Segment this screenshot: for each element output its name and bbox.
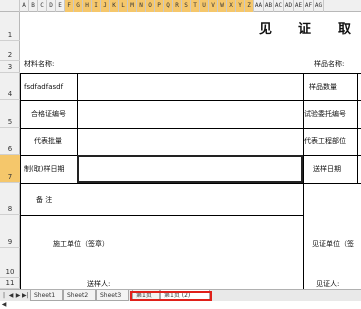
column-header-m[interactable]: M [128, 0, 137, 12]
column-header-f[interactable]: F [65, 0, 74, 12]
column-header-r[interactable]: R [173, 0, 182, 12]
column-header-i[interactable]: I [92, 0, 101, 12]
row-header-7[interactable]: 7 [0, 155, 20, 183]
column-header-x[interactable]: X [227, 0, 236, 12]
cell-fsdfadfasdf[interactable]: fsdfadfasdf [24, 84, 63, 91]
certificate-number-label: 合格证编号 [31, 110, 66, 118]
column-header-e[interactable]: E [56, 0, 65, 12]
column-header-n[interactable]: N [137, 0, 146, 12]
row-header-5[interactable]: 5 [0, 100, 20, 128]
row-header-3[interactable]: 3 [0, 61, 20, 73]
column-header-ag[interactable]: AG [314, 0, 324, 12]
title-char-1: 见 [259, 22, 273, 37]
highlight-box [130, 291, 212, 301]
column-header-af[interactable]: AF [304, 0, 314, 12]
column-header-w[interactable]: W [218, 0, 227, 12]
first-sheet-button[interactable]: |◀ [1, 291, 7, 308]
row-header-1[interactable]: 1 [0, 12, 20, 41]
project-part-label: 代表工程部位 [304, 137, 346, 145]
column-header-aa[interactable]: AA [254, 0, 264, 12]
column-header-v[interactable]: V [209, 0, 218, 12]
sheet-tab-sheet2[interactable]: Sheet2 [63, 290, 96, 301]
column-header-strip: A B C D E F G H I J K L M N O P Q R S T U V W X Y Z AA AB AC AD AE AF AG [0, 0, 361, 12]
row-header-2[interactable]: 2 [0, 41, 20, 61]
title-char-2: 证 [298, 22, 312, 37]
column-header-c[interactable]: C [38, 0, 47, 12]
column-header-ad[interactable]: AD [284, 0, 294, 12]
column-header-k[interactable]: K [110, 0, 119, 12]
next-sheet-button[interactable]: ▶ [15, 291, 21, 300]
remarks-label: 备 注 [36, 196, 53, 204]
column-header-t[interactable]: T [191, 0, 200, 12]
sheet-tab-sheet3[interactable]: Sheet3 [96, 290, 129, 301]
selected-cell[interactable] [77, 155, 303, 183]
construction-unit-label: 施工单位（签章） [53, 240, 109, 248]
row-header-9[interactable]: 9 [0, 215, 20, 248]
row-header-8[interactable]: 8 [0, 183, 20, 215]
delivery-date-label: 送样日期 [313, 165, 341, 173]
row-header-strip: 1 2 3 4 5 6 7 8 9 10 11 [0, 12, 20, 289]
column-header-ab[interactable]: AB [264, 0, 274, 12]
column-header-d[interactable]: D [47, 0, 56, 12]
column-header-o[interactable]: O [146, 0, 155, 12]
row-header-10[interactable]: 10 [0, 248, 20, 278]
row-header-4[interactable]: 4 [0, 73, 20, 100]
witness-label: 见证人: [316, 280, 340, 288]
sampling-date-label: 制(取)样日期 [24, 165, 65, 173]
column-header-a[interactable]: A [20, 0, 29, 12]
prev-sheet-button[interactable]: ◀ [8, 291, 14, 300]
last-sheet-button[interactable]: ▶| [22, 291, 29, 300]
column-header-b[interactable]: B [29, 0, 38, 12]
witness-unit-label: 见证单位（签 [312, 240, 354, 248]
column-header-g[interactable]: G [74, 0, 83, 12]
select-all-corner[interactable] [0, 0, 20, 12]
column-header-p[interactable]: P [155, 0, 164, 12]
row-header-11[interactable]: 11 [0, 278, 20, 289]
material-name-label: 材料名称: [24, 60, 55, 68]
column-header-q[interactable]: Q [164, 0, 173, 12]
sample-name-label: 样品名称: [314, 60, 345, 68]
batch-quantity-label: 代表批量 [34, 137, 62, 145]
sample-quantity-label: 样品数量 [309, 83, 337, 91]
title-char-3: 取 [338, 22, 352, 37]
column-header-z[interactable]: Z [245, 0, 254, 12]
sender-label: 送样人: [87, 280, 111, 288]
test-commission-number-label: 试验委托编号 [304, 110, 346, 118]
sheet-tab-sheet1[interactable]: Sheet1 [30, 290, 63, 301]
column-header-l[interactable]: L [119, 0, 128, 12]
column-header-u[interactable]: U [200, 0, 209, 12]
column-header-ac[interactable]: AC [274, 0, 284, 12]
column-header-y[interactable]: Y [236, 0, 245, 12]
column-header-ae[interactable]: AE [294, 0, 304, 12]
column-header-h[interactable]: H [83, 0, 92, 12]
column-header-s[interactable]: S [182, 0, 191, 12]
column-header-j[interactable]: J [101, 0, 110, 12]
row-header-6[interactable]: 6 [0, 128, 20, 155]
